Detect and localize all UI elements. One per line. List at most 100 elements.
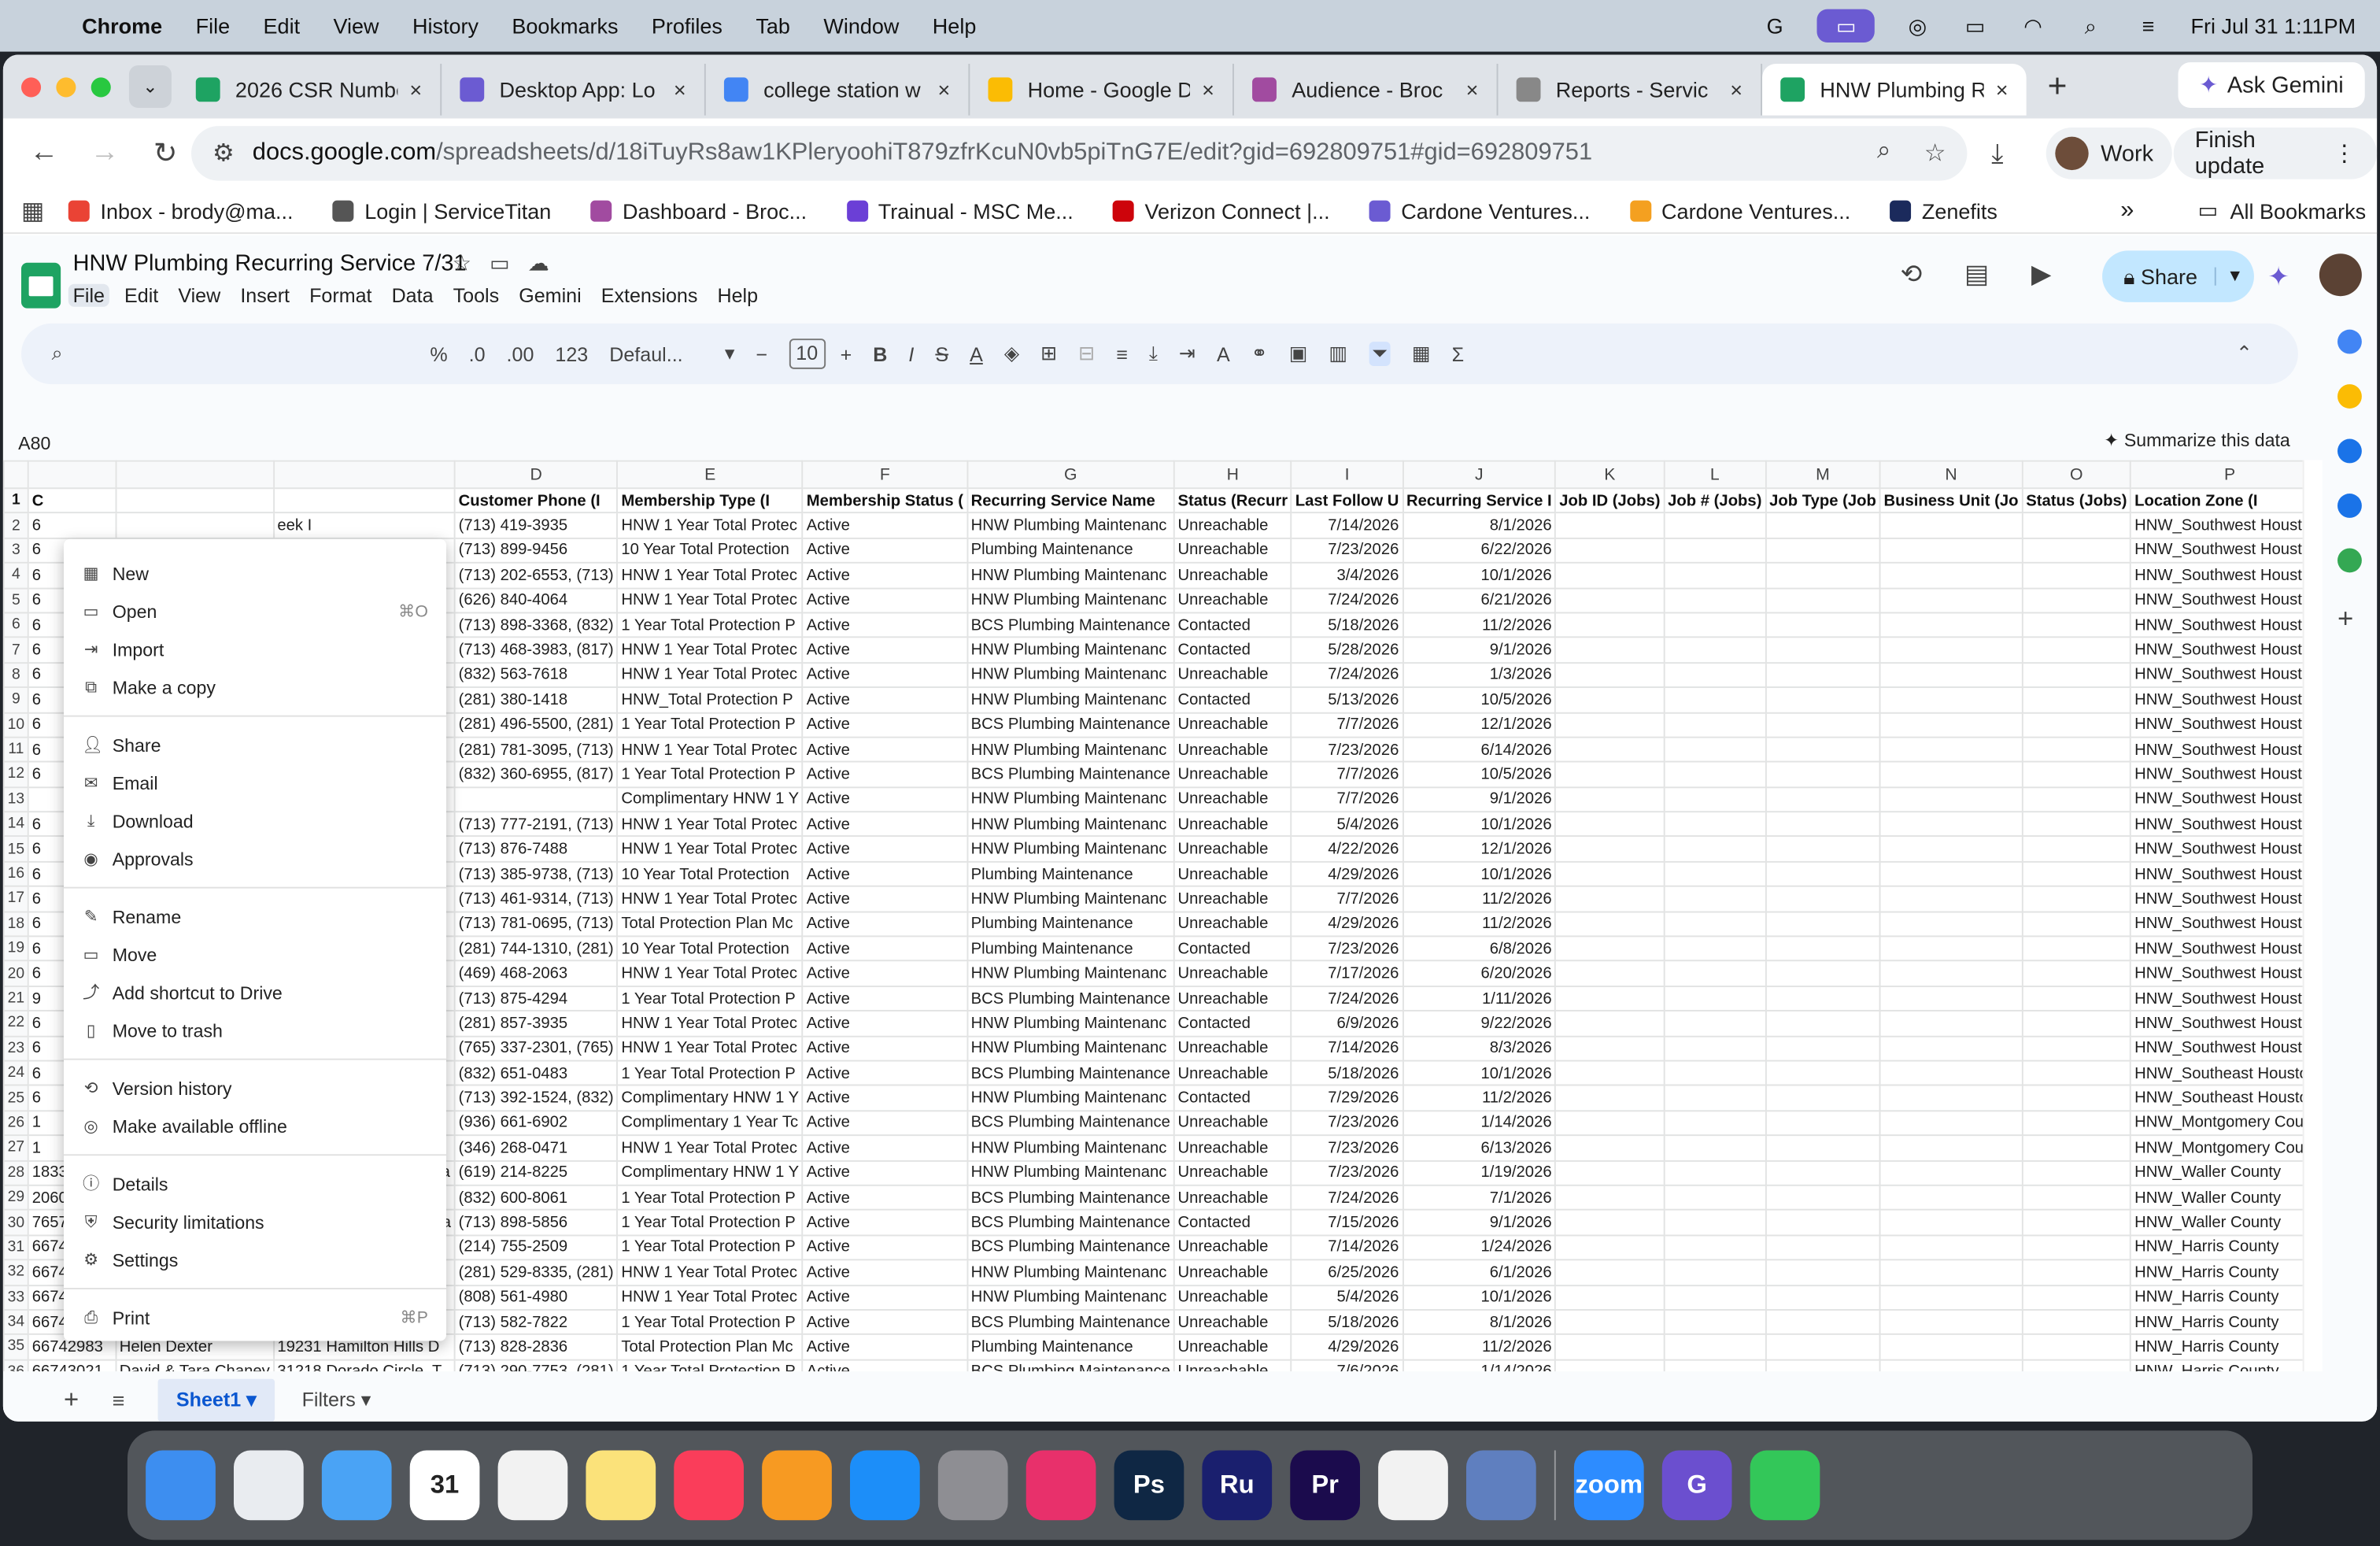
doc-menu-file[interactable]: File	[68, 283, 109, 307]
table-cell[interactable]	[2021, 1333, 2132, 1361]
table-cell[interactable]: HNW_Southwest Houston	[2130, 512, 2303, 539]
bookmark-item[interactable]: Trainual - MSC Me...	[846, 198, 1074, 223]
doc-title[interactable]: HNW Plumbing Recurring Service 7/31	[73, 250, 467, 276]
table-cell[interactable]: (765) 337-2301, (765)	[453, 1034, 619, 1062]
table-cell[interactable]: Contacted	[1173, 1209, 1292, 1236]
table-cell[interactable]: Active	[802, 1109, 968, 1137]
table-cell[interactable]	[1663, 811, 1767, 838]
table-cell[interactable]: 7/23/2026	[1290, 1109, 1404, 1137]
table-cell[interactable]: Active	[802, 1209, 968, 1236]
table-cell[interactable]: 11/2/2026	[1402, 1333, 1557, 1361]
table-cell[interactable]: 6/22/2026	[1402, 537, 1557, 564]
table-cell[interactable]: Unreachable	[1173, 1259, 1292, 1286]
table-cell[interactable]: 5/18/2026	[1290, 1308, 1404, 1336]
table-cell[interactable]: BCS Plumbing Maintenance	[966, 761, 1175, 788]
row-header[interactable]: 4	[2, 562, 29, 589]
table-cell[interactable]: (281) 857-3935	[453, 1010, 619, 1037]
table-cell[interactable]	[1663, 1209, 1767, 1236]
table-cell[interactable]	[1554, 886, 1665, 912]
table-cell[interactable]: 7/23/2026	[1290, 1160, 1404, 1186]
table-cell[interactable]	[1765, 960, 1881, 987]
mac-menu-history[interactable]: History	[412, 13, 479, 38]
table-cell[interactable]	[1879, 586, 2023, 614]
move-folder-icon[interactable]: ▭	[490, 250, 510, 276]
table-cell[interactable]: Unreachable	[1173, 586, 1292, 614]
filter-views-icon[interactable]: ▦	[1412, 342, 1431, 366]
table-cell[interactable]: Contacted	[1173, 1010, 1292, 1037]
table-cell[interactable]	[1663, 860, 1767, 888]
row-header[interactable]: 32	[2, 1259, 29, 1286]
row-header[interactable]: 34	[2, 1308, 29, 1336]
file-menu-move-to-trash[interactable]: ▯ Move to trash	[64, 1012, 446, 1049]
file-menu-add-shortcut-to-drive[interactable]: ⤴ Add shortcut to Drive	[64, 974, 446, 1012]
table-cell[interactable]	[1554, 1134, 1665, 1162]
column-header[interactable]: O	[2021, 460, 2132, 490]
table-cell[interactable]	[1765, 612, 1881, 638]
table-cell[interactable]: 7/14/2026	[1290, 1034, 1404, 1062]
table-cell[interactable]: HNW 1 Year Total Protec	[616, 637, 804, 664]
table-cell[interactable]: Active	[802, 1333, 968, 1361]
tab-close-icon[interactable]: ×	[1730, 77, 1743, 102]
table-cell[interactable]	[2021, 1085, 2132, 1111]
grammarly-icon[interactable]: G	[1760, 13, 1791, 38]
calendar-icon[interactable]: 31	[409, 1450, 480, 1521]
table-cell[interactable]: Active	[802, 562, 968, 589]
table-cell[interactable]: 4/29/2026	[1290, 910, 1404, 938]
table-cell[interactable]: Active	[802, 512, 968, 539]
row-header[interactable]: 12	[2, 761, 29, 788]
table-cell[interactable]: 5/4/2026	[1290, 1284, 1404, 1311]
table-cell[interactable]: Unreachable	[1173, 985, 1292, 1012]
doc-menu-insert[interactable]: Insert	[240, 284, 290, 307]
table-cell[interactable]: 6/20/2026	[1402, 960, 1557, 987]
table-cell[interactable]	[1879, 637, 2023, 664]
table-cell[interactable]: 1/11/2026	[1402, 985, 1557, 1012]
table-cell[interactable]: Unreachable	[1173, 1034, 1292, 1062]
table-cell[interactable]: eek I	[272, 512, 456, 539]
table-cell[interactable]: (713) 781-0695, (713)	[453, 910, 619, 938]
premiere-icon[interactable]: Pr	[1290, 1450, 1360, 1521]
table-cell[interactable]: Unreachable	[1173, 512, 1292, 539]
table-cell[interactable]: Active	[802, 1010, 968, 1037]
table-cell[interactable]	[1663, 1034, 1767, 1062]
mac-menu-file[interactable]: File	[196, 13, 231, 38]
star-icon[interactable]: ☆	[453, 250, 471, 276]
file-menu-open[interactable]: ▭ Open ⌘O	[64, 592, 446, 630]
table-cell[interactable]: Unreachable	[1173, 661, 1292, 689]
row-header[interactable]: 19	[2, 935, 29, 963]
zoom-magnifier-icon[interactable]: ⌕	[1877, 139, 1890, 169]
table-cell[interactable]: Active	[802, 1308, 968, 1336]
font-dropdown-icon[interactable]: ▾	[725, 342, 735, 366]
table-cell[interactable]	[1765, 910, 1881, 938]
column-header[interactable]	[27, 460, 116, 490]
table-cell[interactable]	[1765, 661, 1881, 689]
table-cell[interactable]	[1554, 935, 1665, 963]
column-header[interactable]: I	[1290, 460, 1404, 490]
table-cell[interactable]	[1765, 1284, 1881, 1311]
header-cell[interactable]: Job ID (Jobs)	[1554, 487, 1665, 514]
table-cell[interactable]: Active	[802, 811, 968, 838]
table-cell[interactable]: HNW_Harris County	[2130, 1233, 2303, 1261]
table-cell[interactable]: (832) 600-8061	[453, 1184, 619, 1211]
table-cell[interactable]	[1554, 811, 1665, 838]
table-cell[interactable]: BCS Plumbing Maintenance	[966, 1209, 1175, 1236]
table-cell[interactable]: HNW Plumbing Maintenanc	[966, 661, 1175, 689]
table-cell[interactable]: 7/23/2026	[1290, 736, 1404, 764]
headset-icon[interactable]: ◎	[1902, 13, 1933, 38]
table-cell[interactable]: Active	[802, 886, 968, 912]
table-cell[interactable]	[1765, 860, 1881, 888]
column-header[interactable]: M	[1765, 460, 1881, 490]
table-cell[interactable]: 7/7/2026	[1290, 786, 1404, 813]
table-cell[interactable]	[2021, 637, 2132, 664]
file-menu-approvals[interactable]: ◉ Approvals	[64, 840, 446, 878]
meet-icon[interactable]: ▶	[2031, 260, 2051, 290]
column-header[interactable]: F	[802, 460, 968, 490]
share-button[interactable]: 🔒︎ Share ▼	[2102, 250, 2254, 302]
phone-app-icon[interactable]	[1465, 1450, 1536, 1521]
table-cell[interactable]: 1/14/2026	[1402, 1359, 1557, 1372]
row-header[interactable]: 7	[2, 637, 29, 664]
table-cell[interactable]: Unreachable	[1173, 761, 1292, 788]
table-cell[interactable]: BCS Plumbing Maintenance	[966, 1233, 1175, 1261]
table-cell[interactable]: Active	[802, 960, 968, 987]
table-cell[interactable]: 10/5/2026	[1402, 761, 1557, 788]
table-cell[interactable]: (713) 582-7822	[453, 1308, 619, 1336]
